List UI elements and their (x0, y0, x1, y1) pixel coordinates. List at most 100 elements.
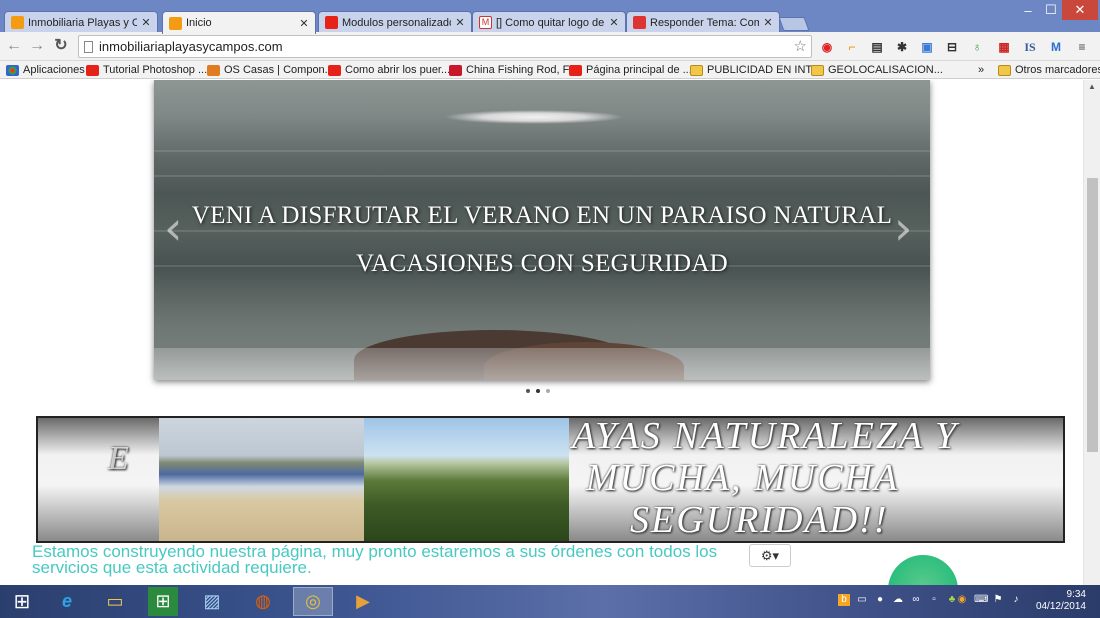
forum-icon (633, 16, 646, 29)
slider-caption-subtitle: VACASIONES CON SEGURIDAD (355, 250, 729, 277)
extension-icon[interactable]: ⌐ (844, 39, 860, 55)
youtube-icon (325, 16, 338, 29)
tab-modulos[interactable]: Modulos personalizados e ✕ (318, 11, 472, 33)
close-tab-icon[interactable]: ✕ (299, 17, 309, 30)
new-tab-button[interactable] (778, 17, 810, 31)
window-icon[interactable]: ▤ (869, 39, 885, 55)
bus-icon[interactable]: ⊟ (944, 39, 960, 55)
bookmark-os-casas[interactable]: OS Casas | Compon... (207, 63, 334, 77)
youtube-icon (569, 64, 582, 76)
bookmark-label: Página principal de ... (586, 64, 692, 76)
apps-icon (6, 64, 19, 76)
avast-icon[interactable]: ♁ (969, 39, 985, 55)
joomla-icon (11, 16, 24, 29)
back-icon[interactable]: ← (5, 37, 23, 55)
sea-wave (154, 230, 930, 232)
bookmark-label: OS Casas | Compon... (224, 64, 334, 76)
green-circle-widget[interactable] (888, 555, 958, 585)
minimize-icon[interactable]: ‒ (1017, 0, 1039, 20)
internet-explorer-icon[interactable]: e (47, 587, 87, 616)
bug-icon[interactable]: ✱ (894, 39, 910, 55)
close-window-icon[interactable]: ✕ (1062, 0, 1098, 20)
bookmark-geolocalisacion[interactable]: GEOLOCALISACION... (811, 63, 943, 77)
grid-extension-icon[interactable]: ▦ (996, 39, 1012, 55)
is-extension-icon[interactable]: IS (1022, 39, 1038, 55)
close-tab-icon[interactable]: ✕ (609, 16, 619, 29)
bookmark-china-fishing[interactable]: China Fishing Rod, F... (449, 63, 577, 77)
bookmark-pagina-principal[interactable]: Página principal de ... (569, 63, 692, 77)
tab-inicio[interactable]: Inicio ✕ (162, 11, 316, 34)
joomla-icon (169, 16, 182, 30)
bookmark-apps[interactable]: Aplicaciones (6, 63, 85, 77)
image-slider[interactable]: VENI A DISFRUTAR EL VERANO EN UN PARAISO… (154, 80, 930, 380)
forward-icon[interactable]: → (28, 37, 46, 55)
m-extension-icon[interactable]: M (1048, 39, 1064, 55)
tray-avast-icon[interactable]: ◉ (956, 594, 968, 606)
tab-title: Modulos personalizados e (342, 16, 451, 29)
tab-title: [] Como quitar logo de pl (496, 16, 605, 29)
firefox-icon[interactable]: ◍ (243, 587, 283, 616)
tab-title: Responder Tema: Como q (650, 16, 759, 29)
scroll-up-icon[interactable]: ▲ (1088, 82, 1096, 91)
folder-icon (690, 64, 703, 76)
maximize-icon[interactable]: ☐ (1040, 0, 1062, 20)
opera-icon[interactable]: ◉ (819, 39, 835, 55)
tray-screen-icon[interactable]: ▭ (856, 594, 868, 606)
close-tab-icon[interactable]: ✕ (455, 16, 465, 29)
bookmarks-overflow-button[interactable]: » (978, 63, 984, 77)
slider-next-arrow-icon[interactable]: › (894, 205, 912, 251)
close-tab-icon[interactable]: ✕ (141, 16, 151, 29)
slider-dot[interactable] (526, 389, 530, 393)
bookmark-publicidad[interactable]: PUBLICIDAD EN INT... (690, 63, 820, 77)
address-bar[interactable]: inmobiliariaplayasycampos.com ☆ (78, 35, 812, 58)
tray-cloud-icon[interactable]: ☁ (892, 594, 904, 606)
bookmark-star-icon[interactable]: ☆ (794, 37, 807, 55)
other-bookmarks-button[interactable]: Otros marcadores (998, 63, 1100, 77)
banner-text-line3: SEGURIDAD!! (630, 499, 889, 541)
file-explorer-icon[interactable]: ▭ (95, 587, 135, 616)
tab-title: Inicio (186, 17, 212, 29)
folder-icon (998, 64, 1011, 76)
tab-inmobiliaria[interactable]: Inmobiliaria Playas y Cam ✕ (4, 11, 158, 33)
tray-app-icon[interactable]: b (838, 594, 850, 606)
foam-image (154, 348, 930, 380)
start-button-windows-icon[interactable]: ⊞ (2, 587, 42, 616)
screenshot-icon[interactable]: ▣ (919, 39, 935, 55)
bookmark-como-abrir[interactable]: Como abrir los puer... (328, 63, 450, 77)
store-icon[interactable]: ⊞ (148, 587, 178, 616)
tray-link-icon[interactable]: ∞ (910, 594, 922, 606)
clock-time: 9:34 (1066, 589, 1086, 600)
countryside-photo (364, 418, 569, 541)
banner-text-line1: AYAS NATURALEZA Y (572, 416, 959, 457)
slider-dot[interactable] (536, 389, 540, 393)
system-clock[interactable]: 9:34 04/12/2014 (1036, 589, 1086, 613)
close-tab-icon[interactable]: ✕ (763, 16, 773, 29)
scrollbar-thumb[interactable] (1087, 178, 1098, 452)
beach-photo (159, 418, 364, 541)
tray-speaker-icon[interactable]: ♪ (1010, 594, 1022, 606)
tray-keyboard-icon[interactable]: ⌨ (974, 594, 988, 606)
tray-flag-icon[interactable]: ⚑ (992, 594, 1004, 606)
page-scrollbar[interactable]: ▲ (1083, 80, 1100, 585)
bookmark-label: Aplicaciones (23, 64, 85, 76)
tab-gmail[interactable]: M [] Como quitar logo de pl ✕ (472, 11, 626, 33)
tab-responder[interactable]: Responder Tema: Como q ✕ (626, 11, 780, 33)
other-bookmarks-label: Otros marcadores (1015, 64, 1100, 76)
settings-dropdown-button[interactable]: ⚙▾ (749, 544, 791, 567)
bookmark-tutorial-photoshop[interactable]: Tutorial Photoshop ... (86, 63, 207, 77)
slider-prev-arrow-icon[interactable]: ‹ (164, 205, 182, 251)
bookmark-label: PUBLICIDAD EN INT... (707, 64, 821, 76)
media-app-icon[interactable]: ▶ (343, 587, 383, 616)
browser-toolbar: ← → ↻ inmobiliariaplayasycampos.com ☆ ◉ … (0, 32, 1100, 61)
bookmark-label: Tutorial Photoshop ... (103, 64, 208, 76)
tray-network-icon[interactable]: ▫ (928, 594, 940, 606)
reload-icon[interactable]: ↻ (52, 37, 70, 55)
menu-icon[interactable]: ≡ (1074, 39, 1090, 55)
tray-app-icon[interactable]: ● (874, 594, 886, 606)
paint-icon[interactable]: ▨ (192, 587, 232, 616)
bookmark-label: China Fishing Rod, F... (466, 64, 578, 76)
chrome-icon[interactable]: ◎ (293, 587, 333, 616)
overflow-label: » (978, 64, 985, 76)
web-page: VENI A DISFRUTAR EL VERANO EN UN PARAISO… (0, 80, 1083, 585)
slider-dot[interactable] (546, 389, 550, 393)
